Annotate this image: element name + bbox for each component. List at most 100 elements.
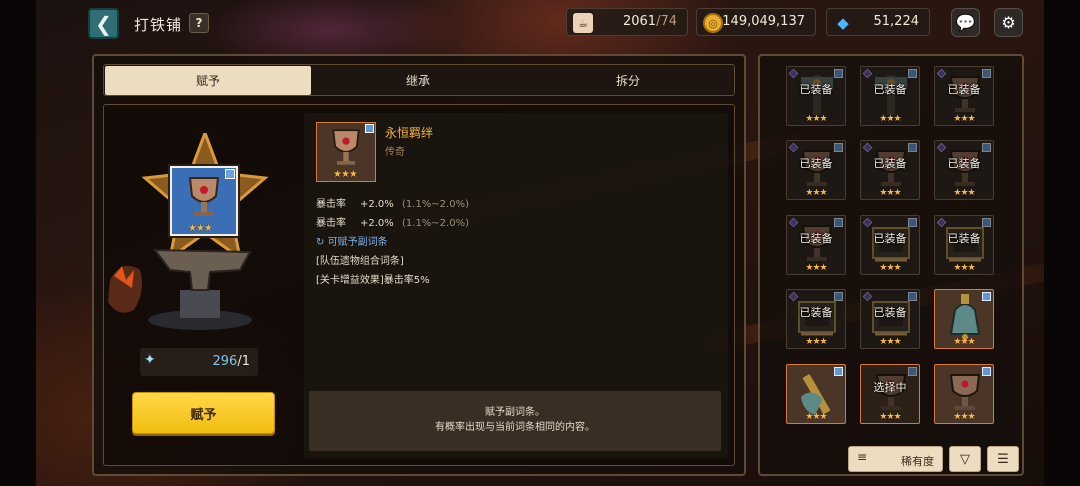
equipped-badge-icon	[982, 367, 991, 376]
equipped-badge-icon	[834, 367, 843, 376]
description-line: 赋予副词条。	[485, 407, 545, 418]
settings-button[interactable]: ⚙	[994, 8, 1023, 37]
enchant-button[interactable]: 赋予	[132, 392, 275, 434]
menu-icon: ≡	[857, 450, 868, 464]
inventory-slot[interactable]: 已装备 ★★★	[860, 215, 920, 275]
slot-stars: ★★★	[953, 412, 975, 422]
stat-label: 暴击率	[316, 218, 346, 229]
inventory-slot[interactable]: 已装备 ★★★	[860, 289, 920, 349]
game-screen: ❮ 打铁铺 ? ☕ 2061/74 ◎ 149,049,137 ◆ 51,224…	[0, 0, 1080, 486]
gem-icon: ◆	[837, 14, 849, 32]
gold-coin-icon: ◎	[703, 13, 723, 33]
sort-label: 稀有度	[901, 455, 934, 468]
tab-bar: 赋予 继承 拆分	[103, 64, 735, 96]
stat-value: +2.0%	[360, 218, 394, 229]
back-icon: ❮	[95, 11, 112, 36]
stage-buff-label: [关卡增益效果]暴击率5%	[316, 275, 430, 286]
gem-counter: ◆ 51,224	[826, 8, 930, 36]
stamina-max: /74	[656, 14, 677, 29]
tab-enchant[interactable]: 赋予	[105, 66, 311, 95]
material-counter: ✦ 296/1	[140, 348, 258, 376]
inventory-slot[interactable]: 已装备 ★★★	[934, 66, 994, 126]
slot-stars: ★★★	[953, 337, 975, 347]
material-count: 296	[212, 354, 238, 369]
stat-range: (1.1%~2.0%)	[402, 218, 469, 229]
equipped-badge-icon	[225, 169, 235, 179]
equipped-badge-icon	[982, 292, 991, 301]
stat-row: 暴击率 +2.0% (1.1%~2.0%)	[316, 214, 469, 229]
sort-dropdown[interactable]: ≡ 稀有度	[848, 446, 943, 472]
anvil-illustration	[108, 248, 252, 330]
set-effect-label: [队伍遗物组合词条]	[316, 256, 404, 267]
item-name: 永恒羁绊	[385, 126, 434, 140]
equipped-badge-icon	[365, 124, 374, 133]
tab-inherit[interactable]: 继承	[315, 66, 521, 95]
stat-row: 暴击率 +2.0% (1.1%~2.0%)	[316, 195, 469, 210]
inventory-slot[interactable]: 已装备 ★★★	[860, 140, 920, 200]
slot-stars: ★★★	[953, 263, 975, 273]
description-line: 有概率出现与当前词条相同的内容。	[435, 422, 595, 433]
inventory-slot[interactable]: ★★★	[934, 364, 994, 424]
equipped-label: 已装备	[873, 232, 907, 245]
inventory-slot[interactable]: 已装备 ★★★	[934, 215, 994, 275]
material-need: /1	[237, 354, 250, 369]
inventory-slot[interactable]: ★★★	[934, 289, 994, 349]
slot-stars: ★★★	[805, 263, 827, 273]
item-thumbnail: ★★★	[316, 122, 376, 182]
sort-down-icon: ▽	[960, 451, 970, 467]
filter-icon: ☰	[997, 451, 1009, 467]
gem-value: 51,224	[873, 14, 920, 29]
chat-icon: 💬	[955, 13, 976, 32]
gold-value: 149,049,137	[722, 14, 805, 29]
thumb-stars: ★★★	[333, 169, 358, 180]
right-edge	[1044, 0, 1080, 486]
left-edge	[0, 0, 36, 486]
selected-item-slot[interactable]: ★★★	[170, 166, 238, 236]
slot-stars: ★★★	[953, 188, 975, 198]
inventory-slot[interactable]: ★★★	[786, 364, 846, 424]
stat-value: +2.0%	[360, 199, 394, 210]
inventory-slot[interactable]: 已装备 ★★★	[786, 215, 846, 275]
inventory-slot[interactable]: 选择中 ★★★	[860, 364, 920, 424]
slot-stars: ★★★	[953, 114, 975, 124]
stamina-current: 2061	[622, 14, 657, 29]
tab-dismantle[interactable]: 拆分	[525, 66, 731, 95]
equipped-label: 已装备	[873, 306, 907, 319]
item-stars: ★★★	[188, 223, 213, 234]
sort-order-button[interactable]: ▽	[949, 446, 981, 472]
page-title: 打铁铺	[134, 16, 183, 34]
rerollable-substat: ↻ 可赋予副词条	[316, 233, 388, 248]
equipped-label: 已装备	[873, 83, 907, 96]
rerollable-label: 可赋予副词条	[327, 237, 388, 248]
slot-stars: ★★★	[805, 337, 827, 347]
stamina-counter: ☕ 2061/74	[566, 8, 688, 36]
item-rarity: 传奇	[385, 147, 405, 158]
slot-stars: ★★★	[805, 114, 827, 124]
stat-label: 暴击率	[316, 199, 346, 210]
selecting-label: 选择中	[873, 381, 907, 394]
gear-icon: ⚙	[1001, 13, 1016, 32]
inventory-slot[interactable]: 已装备 ★★★	[786, 140, 846, 200]
equipped-label: 已装备	[799, 232, 833, 245]
equipped-label: 已装备	[799, 157, 833, 170]
filter-button[interactable]: ☰	[987, 446, 1019, 472]
inventory-slot[interactable]: 已装备 ★★★	[860, 66, 920, 126]
equipped-label: 已装备	[799, 83, 833, 96]
slot-stars: ★★★	[879, 188, 901, 198]
back-button[interactable]: ❮	[88, 8, 119, 39]
equipped-label: 已装备	[947, 232, 981, 245]
chat-button[interactable]: 💬	[951, 8, 980, 37]
help-button[interactable]: ?	[189, 13, 209, 33]
inventory-slot[interactable]: 已装备 ★★★	[934, 140, 994, 200]
slot-stars: ★★★	[805, 188, 827, 198]
gold-counter: ◎ 149,049,137	[696, 8, 816, 36]
refresh-icon: ↻	[316, 237, 325, 248]
inventory-slot[interactable]: 已装备 ★★★	[786, 66, 846, 126]
slot-stars: ★★★	[879, 412, 901, 422]
enchant-description: 赋予副词条。 有概率出现与当前词条相同的内容。	[309, 391, 721, 451]
slot-stars: ★★★	[879, 114, 901, 124]
equipped-label: 已装备	[947, 157, 981, 170]
inventory-slot[interactable]: 已装备 ★★★	[786, 289, 846, 349]
slot-stars: ★★★	[805, 412, 827, 422]
equipped-label: 已装备	[947, 83, 981, 96]
